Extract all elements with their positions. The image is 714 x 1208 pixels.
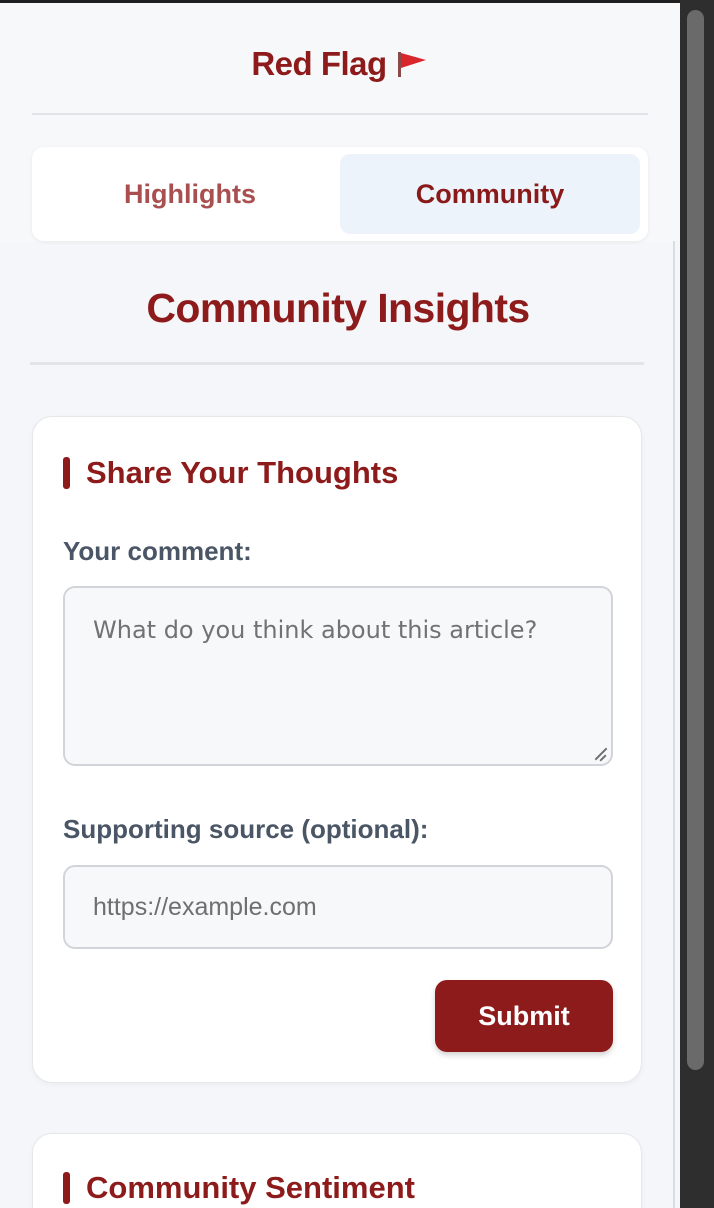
comment-label: Your comment: [63, 536, 252, 566]
source-url-input[interactable] [63, 865, 613, 949]
community-sentiment-heading-text: Community Sentiment [86, 1170, 415, 1205]
tab-highlights-label: Highlights [124, 178, 256, 209]
app-title: Red Flag [0, 45, 680, 83]
app-title-text: Red Flag [251, 45, 387, 82]
title-divider [30, 362, 644, 365]
community-sentiment-heading: Community Sentiment [63, 1170, 415, 1206]
heading-accent-bar [63, 457, 70, 489]
header: Red Flag [0, 3, 680, 113]
source-label: Supporting source (optional): [63, 814, 429, 844]
red-flag-icon [395, 49, 429, 79]
share-thoughts-heading: Share Your Thoughts [63, 455, 398, 491]
extension-panel: Red Flag Highlights Community Community … [0, 0, 680, 1208]
header-divider [32, 113, 648, 115]
tab-highlights[interactable]: Highlights [40, 154, 340, 234]
tab-bar: Highlights Community [32, 147, 648, 241]
submit-button[interactable]: Submit [435, 980, 613, 1052]
tab-community-label: Community [415, 178, 565, 209]
community-sentiment-card: Community Sentiment [32, 1133, 642, 1208]
share-thoughts-heading-text: Share Your Thoughts [86, 455, 399, 490]
scrollbar-thumb[interactable] [687, 10, 704, 1070]
content-edge [673, 241, 675, 1208]
share-thoughts-card: Share Your Thoughts Your comment: Suppor… [32, 416, 642, 1083]
comment-textarea[interactable] [63, 586, 613, 766]
heading-accent-bar [63, 1172, 70, 1204]
tab-community[interactable]: Community [340, 154, 640, 234]
page-title: Community Insights [146, 285, 530, 331]
resize-handle-icon[interactable] [593, 747, 607, 761]
